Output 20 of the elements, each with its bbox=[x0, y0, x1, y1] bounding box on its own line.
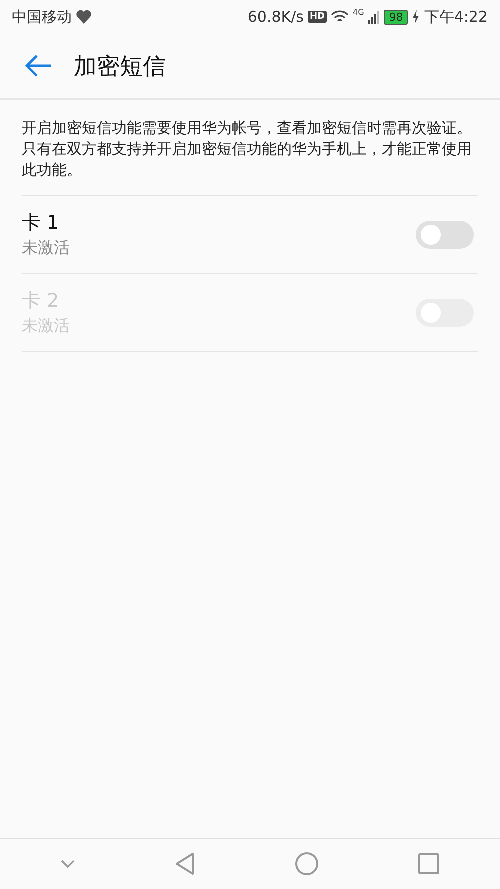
recent-apps-icon[interactable] bbox=[418, 853, 440, 875]
signal-icon bbox=[368, 10, 380, 24]
network-speed: 60.8K/s bbox=[248, 8, 304, 26]
sim-card-name: 卡 1 bbox=[22, 211, 60, 236]
back-arrow-icon[interactable] bbox=[24, 54, 52, 78]
wifi-icon bbox=[331, 10, 350, 24]
battery-level: 98 bbox=[384, 10, 408, 24]
heart-icon bbox=[76, 10, 92, 24]
back-icon[interactable] bbox=[175, 852, 196, 876]
page-title: 加密短信 bbox=[74, 52, 166, 82]
sim-card-status: 未激活 bbox=[22, 238, 71, 259]
home-icon[interactable] bbox=[294, 852, 319, 876]
toggle-switch[interactable] bbox=[416, 220, 474, 248]
charging-icon bbox=[412, 10, 420, 24]
network-type: 4G bbox=[353, 8, 364, 17]
carrier-name: 中国移动 bbox=[12, 8, 72, 26]
description-text: 开启加密短信功能需要使用华为帐号，查看加密短信时需再次验证。只有在双方都支持并开启加密短信功能的华为手机上，才能正常使用此功能。 bbox=[22, 118, 473, 181]
hd-badge: HD bbox=[308, 11, 328, 23]
collapse-icon[interactable] bbox=[60, 859, 76, 869]
clock: 下午4:22 bbox=[424, 8, 488, 26]
